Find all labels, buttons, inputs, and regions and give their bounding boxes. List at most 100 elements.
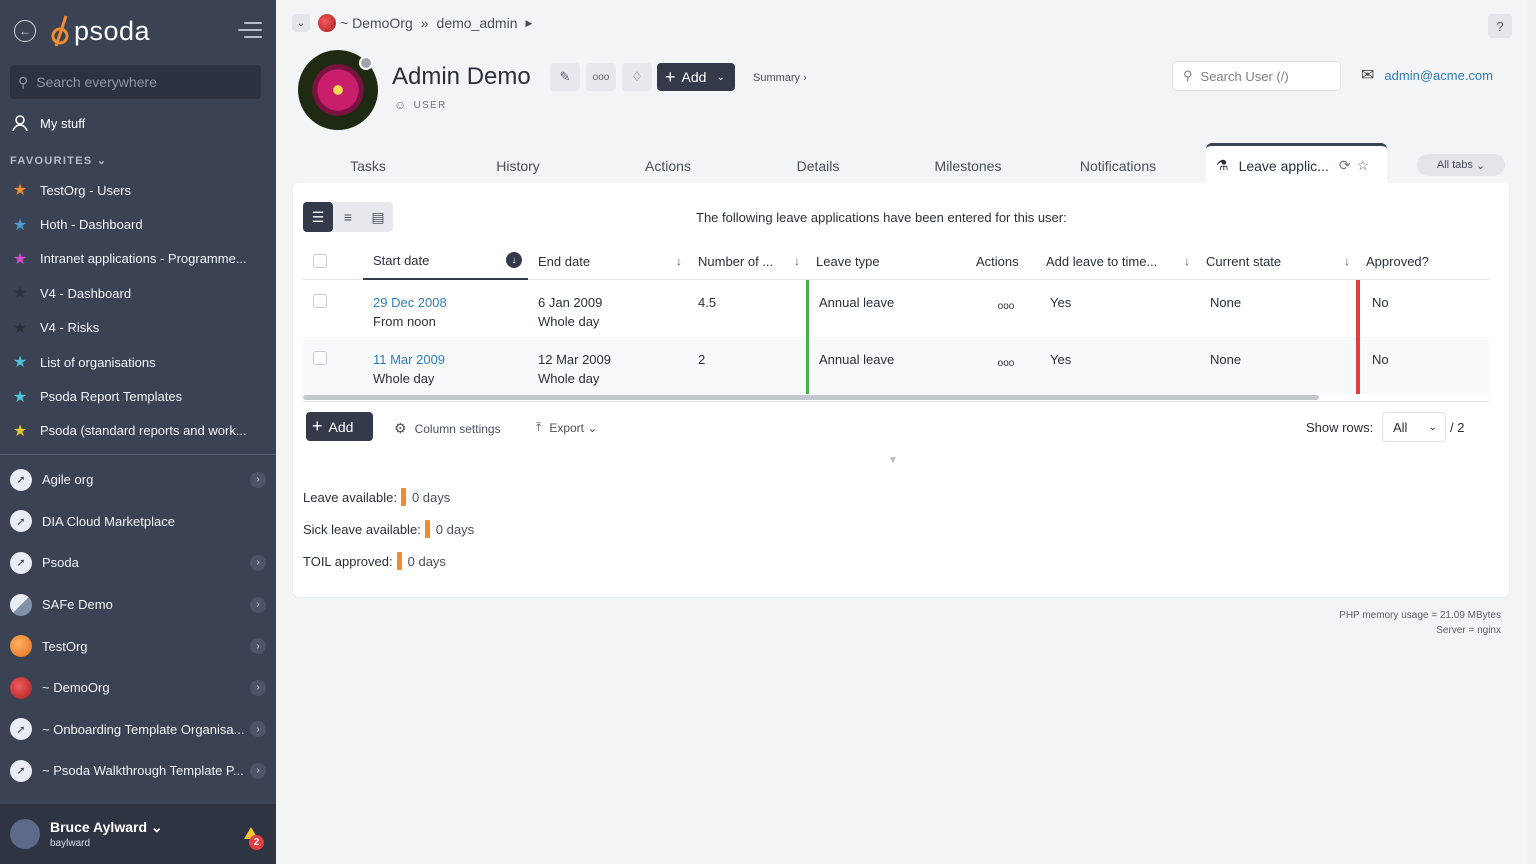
show-rows-select[interactable]: All ⌄: [1382, 412, 1446, 442]
avatar: [10, 819, 40, 849]
row-actions-icon[interactable]: ooo: [966, 337, 1036, 394]
row-actions-icon[interactable]: ooo: [966, 280, 1036, 337]
chevron-right-icon[interactable]: ›: [250, 554, 266, 571]
favourite-label: Hoth - Dashboard: [40, 217, 143, 233]
tab-milestones[interactable]: Milestones: [893, 150, 1043, 182]
back-arrow-icon[interactable]: ←: [14, 20, 36, 42]
email-link[interactable]: ✉ admin@acme.com: [1361, 65, 1493, 85]
sort-arrow-icon[interactable]: ↓: [1344, 254, 1350, 268]
refresh-icon[interactable]: ⟳: [1339, 157, 1351, 174]
org-item[interactable]: ➚ DIA Cloud Marketplace: [10, 501, 266, 543]
psoda-logo[interactable]: psoda: [50, 14, 150, 48]
favourite-item[interactable]: ★ List of organisations: [10, 345, 266, 379]
breadcrumb-org[interactable]: ~ DemoOrg: [340, 15, 413, 31]
org-item[interactable]: SAFe Demo ›: [10, 584, 266, 626]
favourite-item[interactable]: ★ TestOrg - Users: [10, 173, 266, 207]
current-user-bar[interactable]: Bruce Aylward ⌄ baylward 2: [0, 804, 276, 864]
export-button[interactable]: ⤒ Export ⌄: [536, 420, 597, 435]
sort-arrow-icon[interactable]: ↓: [794, 254, 800, 268]
star-icon: ★: [12, 182, 28, 200]
resize-handle-icon[interactable]: ▼: [888, 455, 898, 466]
collapse-menu-icon[interactable]: [238, 22, 262, 43]
col-number-of[interactable]: Number of ... ↓: [688, 243, 806, 280]
org-item[interactable]: ➚ ~ Psoda Walkthrough Template P... ›: [10, 750, 266, 792]
col-leave-type[interactable]: Leave type: [806, 243, 966, 280]
chevron-right-icon[interactable]: ›: [250, 596, 266, 613]
edit-button[interactable]: ✎: [550, 63, 580, 91]
tab-notifications[interactable]: Notifications: [1043, 150, 1193, 182]
col-add-leave[interactable]: Add leave to time... ↓: [1036, 243, 1196, 280]
row-checkbox[interactable]: [313, 294, 327, 308]
my-stuff-link[interactable]: My stuff: [10, 113, 85, 133]
start-date-link[interactable]: 11 Mar 2009: [373, 352, 445, 367]
col-current-state[interactable]: Current state ↓: [1196, 243, 1356, 280]
favourites-heading[interactable]: FAVOURITES ⌄: [10, 154, 107, 167]
stat-marker: [424, 520, 430, 538]
page-scrollbar[interactable]: [1526, 0, 1536, 864]
horizontal-scrollbar[interactable]: [303, 395, 1319, 400]
tag-icon: ♢: [631, 69, 643, 84]
chevron-right-icon[interactable]: ›: [250, 471, 266, 488]
view-dense-icon[interactable]: ▤: [363, 202, 393, 232]
caret-right-icon[interactable]: ▶: [525, 18, 532, 29]
tag-button[interactable]: ♢: [622, 63, 652, 91]
favourite-item[interactable]: ★ Intranet applications - Programme...: [10, 242, 266, 276]
favourite-item[interactable]: ★ Psoda (standard reports and work...: [10, 414, 266, 448]
search-everywhere-input[interactable]: ⚲ Search everywhere: [10, 65, 261, 99]
search-user-input[interactable]: ⚲ Search User (/): [1172, 61, 1341, 91]
add-leave-button[interactable]: + Add: [306, 412, 373, 441]
chevron-down-icon[interactable]: ⌄: [292, 14, 310, 32]
tab-tasks[interactable]: Tasks: [293, 150, 443, 182]
column-settings-button[interactable]: ⚙ Column settings: [394, 420, 501, 437]
org-compass-icon: ➚: [10, 510, 32, 533]
favourite-item[interactable]: ★ Hoth - Dashboard: [10, 207, 266, 241]
chevron-right-icon[interactable]: ›: [250, 679, 266, 696]
row-checkbox-cell: [303, 280, 363, 337]
summary-link[interactable]: Summary ›: [753, 72, 807, 84]
col-start-date[interactable]: Start date ↓: [363, 243, 528, 280]
org-item[interactable]: ➚ ~ Onboarding Template Organisa... ›: [10, 709, 266, 751]
favourite-item[interactable]: ★ V4 - Risks: [10, 311, 266, 345]
sort-arrow-icon[interactable]: ↓: [676, 254, 682, 268]
tab-leave-applications[interactable]: ⚗ Leave applic... ⟳ ☆: [1206, 143, 1387, 185]
view-toggle: ☰ ≡ ▤: [303, 202, 393, 232]
chevron-right-icon[interactable]: ›: [250, 762, 266, 779]
luggage-icon: ⚗: [1216, 157, 1229, 173]
favourite-item[interactable]: ★ Psoda Report Templates: [10, 379, 266, 413]
pencil-icon: ✎: [559, 69, 571, 84]
org-item[interactable]: ➚ Agile org ›: [10, 459, 266, 501]
tab-actions[interactable]: Actions: [593, 150, 743, 182]
all-tabs-button[interactable]: All tabs ⌄: [1417, 154, 1505, 176]
favourite-item[interactable]: ★ V4 - Dashboard: [10, 276, 266, 310]
tab-history[interactable]: History: [443, 150, 593, 182]
table-row[interactable]: 29 Dec 2008 From noon 6 Jan 2009 Whole day…: [303, 280, 1489, 337]
view-comfortable-icon[interactable]: ☰: [303, 202, 333, 232]
org-item[interactable]: TestOrg ›: [10, 625, 266, 667]
help-button[interactable]: ?: [1488, 14, 1512, 38]
row-checkbox[interactable]: [313, 351, 327, 365]
org-item[interactable]: ➚ Psoda ›: [10, 542, 266, 584]
row-checkbox-cell: [303, 337, 363, 394]
tab-details[interactable]: Details: [743, 150, 893, 182]
more-options-button[interactable]: ooo: [586, 63, 616, 91]
org-item[interactable]: ~ DemoOrg ›: [10, 667, 266, 709]
all-tabs-label: All tabs: [1436, 159, 1473, 171]
star-outline-icon[interactable]: ☆: [1357, 157, 1370, 174]
add-dropdown-button[interactable]: + Add ⌄: [657, 63, 735, 91]
start-date-link[interactable]: 29 Dec 2008: [373, 295, 447, 310]
view-compact-icon[interactable]: ≡: [333, 202, 363, 232]
col-approved[interactable]: Approved?: [1356, 243, 1489, 280]
breadcrumb-current[interactable]: demo_admin: [437, 15, 518, 31]
notifications-bell-icon[interactable]: 2: [240, 824, 264, 850]
panel-intro: The following leave applications have be…: [696, 210, 1067, 225]
chevron-right-icon[interactable]: ›: [250, 638, 266, 655]
toil-approved: TOIL approved: 0 days: [303, 552, 446, 570]
sort-down-active-icon[interactable]: ↓: [506, 252, 522, 268]
select-all-checkbox[interactable]: [313, 254, 327, 268]
col-end-date[interactable]: End date ↓: [528, 243, 688, 280]
sort-arrow-icon[interactable]: ↓: [1184, 254, 1190, 268]
col-actions: Actions: [966, 243, 1036, 280]
chevron-right-icon[interactable]: ›: [250, 721, 266, 738]
table-row[interactable]: 11 Mar 2009 Whole day 12 Mar 2009 Whole da…: [303, 337, 1489, 394]
search-icon: ⚲: [18, 73, 29, 90]
